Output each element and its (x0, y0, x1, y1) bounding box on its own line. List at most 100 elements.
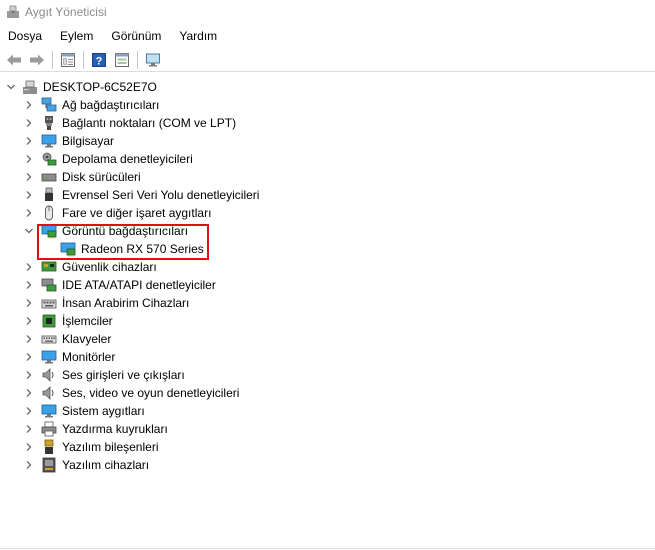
tree-item[interactable]: Monitörler (0, 348, 655, 366)
chevron-right-icon[interactable] (24, 100, 34, 110)
properties-button[interactable] (58, 50, 78, 70)
properties-icon (61, 52, 75, 67)
tree-item[interactable]: Ses, video ve oyun denetleyicileri (0, 384, 655, 402)
category-label: Ses, video ve oyun denetleyicileri (62, 386, 240, 400)
tree-item[interactable]: Sistem aygıtları (0, 402, 655, 420)
network-adapter-icon (41, 97, 57, 113)
category-label: Monitörler (62, 350, 116, 364)
device-tree: DESKTOP-6C52E7O Ağ bağdaştırıcıları Bağl… (0, 78, 655, 474)
tree-item[interactable]: Bilgisayar (0, 132, 655, 150)
back-button[interactable] (4, 50, 24, 70)
title-bar: Aygıt Yöneticisi (0, 0, 655, 24)
category-label: Ses girişleri ve çıkışları (62, 368, 185, 382)
tree-item[interactable]: Yazdırma kuyrukları (0, 420, 655, 438)
security-device-icon (41, 259, 57, 275)
scan-hardware-button[interactable] (143, 50, 163, 70)
keyboard-icon (41, 331, 57, 347)
chevron-right-icon[interactable] (24, 280, 34, 290)
menu-action[interactable]: Eylem (51, 26, 102, 46)
chevron-right-icon[interactable] (24, 190, 34, 200)
back-arrow-icon (7, 54, 21, 65)
disk-drive-icon (41, 169, 57, 185)
category-label: Yazılım cihazları (62, 458, 150, 472)
sound-controller-icon (41, 385, 57, 401)
speaker-icon (41, 367, 57, 383)
menu-file[interactable]: Dosya (0, 26, 51, 46)
mouse-icon (41, 205, 57, 221)
chevron-down-icon[interactable] (24, 226, 34, 236)
help-button[interactable]: ? (89, 50, 109, 70)
tree-root[interactable]: DESKTOP-6C52E7O (0, 78, 655, 96)
chevron-right-icon[interactable] (24, 370, 34, 380)
chevron-down-icon[interactable] (6, 82, 16, 92)
category-label: Klavyeler (62, 332, 112, 346)
toolbar: ? (0, 48, 655, 72)
category-label: Yazılım bileşenleri (62, 440, 159, 454)
tree-item[interactable]: İnsan Arabirim Cihazları (0, 294, 655, 312)
toolbar-separator (52, 50, 53, 69)
view-resources-button[interactable] (112, 50, 132, 70)
category-label: Evrensel Seri Veri Yolu denetleyicileri (62, 188, 260, 202)
category-label: Güvenlik cihazları (62, 260, 157, 274)
category-label: Fare ve diğer işaret aygıtları (62, 206, 212, 220)
window-title: Aygıt Yöneticisi (25, 5, 107, 19)
category-label: Yazdırma kuyrukları (62, 422, 168, 436)
tree-item-display-adapters[interactable]: Görüntü bağdaştırıcıları (0, 222, 655, 240)
chevron-right-icon[interactable] (24, 298, 34, 308)
tree-item[interactable]: Bağlantı noktaları (COM ve LPT) (0, 114, 655, 132)
tree-item[interactable]: Klavyeler (0, 330, 655, 348)
forward-button[interactable] (27, 50, 47, 70)
chevron-right-icon[interactable] (24, 460, 34, 470)
software-device-icon (41, 457, 57, 473)
tree-item[interactable]: İşlemciler (0, 312, 655, 330)
menu-view[interactable]: Görünüm (102, 26, 170, 46)
tree-item[interactable]: Disk sürücüleri (0, 168, 655, 186)
tree-item[interactable]: Güvenlik cihazları (0, 258, 655, 276)
category-label: Depolama denetleyicileri (62, 152, 193, 166)
tree-child-radeon[interactable]: Radeon RX 570 Series (0, 240, 655, 258)
svg-text:?: ? (96, 55, 103, 67)
port-icon (41, 115, 57, 131)
chevron-right-icon[interactable] (24, 406, 34, 416)
tree-item[interactable]: Yazılım cihazları (0, 456, 655, 474)
tree-item[interactable]: IDE ATA/ATAPI denetleyiciler (0, 276, 655, 294)
printer-icon (41, 421, 57, 437)
menu-bar: Dosya Eylem Görünüm Yardım (0, 26, 655, 46)
chevron-right-icon[interactable] (24, 172, 34, 182)
chevron-right-icon[interactable] (24, 442, 34, 452)
software-component-icon (41, 439, 57, 455)
tree-item[interactable]: Evrensel Seri Veri Yolu denetleyicileri (0, 186, 655, 204)
usb-icon (41, 187, 57, 203)
root-label: DESKTOP-6C52E7O (43, 80, 157, 94)
chevron-right-icon[interactable] (24, 136, 34, 146)
chevron-right-icon[interactable] (24, 334, 34, 344)
storage-controller-icon (41, 151, 57, 167)
menu-help[interactable]: Yardım (170, 26, 226, 46)
chevron-right-icon[interactable] (24, 316, 34, 326)
category-label: Ağ bağdaştırıcıları (62, 98, 160, 112)
tree-item[interactable]: Ağ bağdaştırıcıları (0, 96, 655, 114)
chevron-right-icon[interactable] (24, 352, 34, 362)
tree-item[interactable]: Ses girişleri ve çıkışları (0, 366, 655, 384)
chevron-right-icon[interactable] (24, 154, 34, 164)
chevron-right-icon[interactable] (24, 424, 34, 434)
processor-icon (41, 313, 57, 329)
view-resources-icon (115, 52, 129, 67)
chevron-right-icon[interactable] (24, 262, 34, 272)
category-label: Disk sürücüleri (62, 170, 141, 184)
tree-item[interactable]: Yazılım bileşenleri (0, 438, 655, 456)
ide-controller-icon (41, 277, 57, 293)
tree-item[interactable]: Fare ve diğer işaret aygıtları (0, 204, 655, 222)
help-icon: ? (92, 52, 106, 67)
monitor-icon (146, 53, 160, 66)
device-manager-icon (7, 5, 19, 18)
tree-item[interactable]: Depolama denetleyicileri (0, 150, 655, 168)
toolbar-separator (83, 50, 84, 69)
category-label: Sistem aygıtları (62, 404, 145, 418)
chevron-right-icon[interactable] (24, 388, 34, 398)
chevron-right-icon[interactable] (24, 208, 34, 218)
device-label: Radeon RX 570 Series (81, 242, 204, 256)
toolbar-separator (137, 50, 138, 69)
status-divider (0, 548, 655, 549)
chevron-right-icon[interactable] (24, 118, 34, 128)
